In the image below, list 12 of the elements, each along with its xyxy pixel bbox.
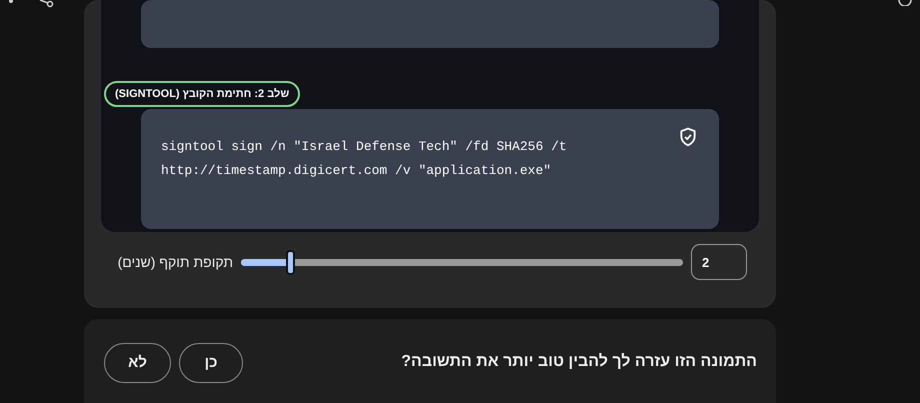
code-line: http://timestamp.digicert.com /v "application.exe" <box>161 162 552 180</box>
share-icon[interactable] <box>38 0 54 8</box>
code-line: signtool sign /n "Israel Defense Tech" /fd SHA256 /t <box>161 138 568 156</box>
shield-check-icon[interactable] <box>678 127 698 147</box>
number-field[interactable]: 2 <box>691 244 747 280</box>
feedback-button[interactable]: כן <box>179 343 243 383</box>
step-badge: שלב 2: חתימת הקובץ (SIGNTOOL) <box>104 81 300 107</box>
slider-label: תקופת תוקף (שנים) <box>116 252 233 272</box>
feedback-button[interactable]: לא <box>104 343 171 383</box>
slider[interactable] <box>241 250 683 274</box>
feedback-question: התמונה הזו עזרה לך להבין טוב יותר את התשובה? <box>401 352 757 372</box>
slider-thumb[interactable] <box>286 250 295 274</box>
